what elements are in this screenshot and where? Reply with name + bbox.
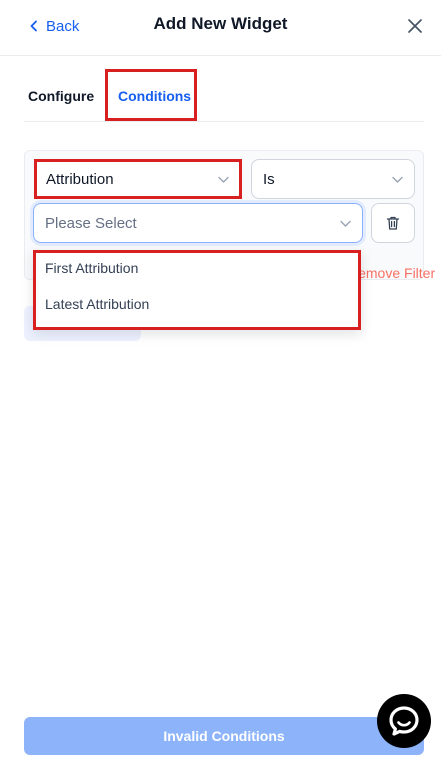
- operator-select[interactable]: Is: [251, 159, 415, 199]
- tab-configure[interactable]: Configure: [28, 88, 94, 104]
- highlight-box-tab: [105, 69, 197, 121]
- operator-select-value: Is: [263, 170, 275, 188]
- chevron-down-icon: [340, 220, 351, 227]
- chevron-down-icon: [392, 176, 403, 183]
- header: Back Add New Widget: [0, 0, 441, 56]
- value-dropdown-menu: First Attribution Latest Attribution: [33, 250, 361, 330]
- value-select-placeholder: Please Select: [45, 214, 137, 232]
- field-select[interactable]: Attribution: [34, 159, 241, 199]
- delete-condition-button[interactable]: [371, 203, 415, 243]
- page-title: Add New Widget: [153, 14, 288, 33]
- field-select-value: Attribution: [46, 170, 114, 188]
- dropdown-option-first-attribution[interactable]: First Attribution: [45, 260, 138, 276]
- chevron-down-icon: [218, 176, 229, 183]
- remove-filter-link[interactable]: Remove Filter: [348, 265, 435, 281]
- trash-icon: [386, 216, 400, 230]
- chat-bubble-icon: [389, 706, 419, 736]
- dropdown-option-latest-attribution[interactable]: Latest Attribution: [45, 296, 149, 312]
- value-select[interactable]: Please Select: [33, 203, 363, 243]
- close-icon[interactable]: [404, 15, 426, 37]
- submit-button[interactable]: Invalid Conditions: [24, 717, 424, 755]
- tab-bar: Configure Conditions: [24, 69, 424, 122]
- chat-launcher-button[interactable]: [377, 694, 431, 748]
